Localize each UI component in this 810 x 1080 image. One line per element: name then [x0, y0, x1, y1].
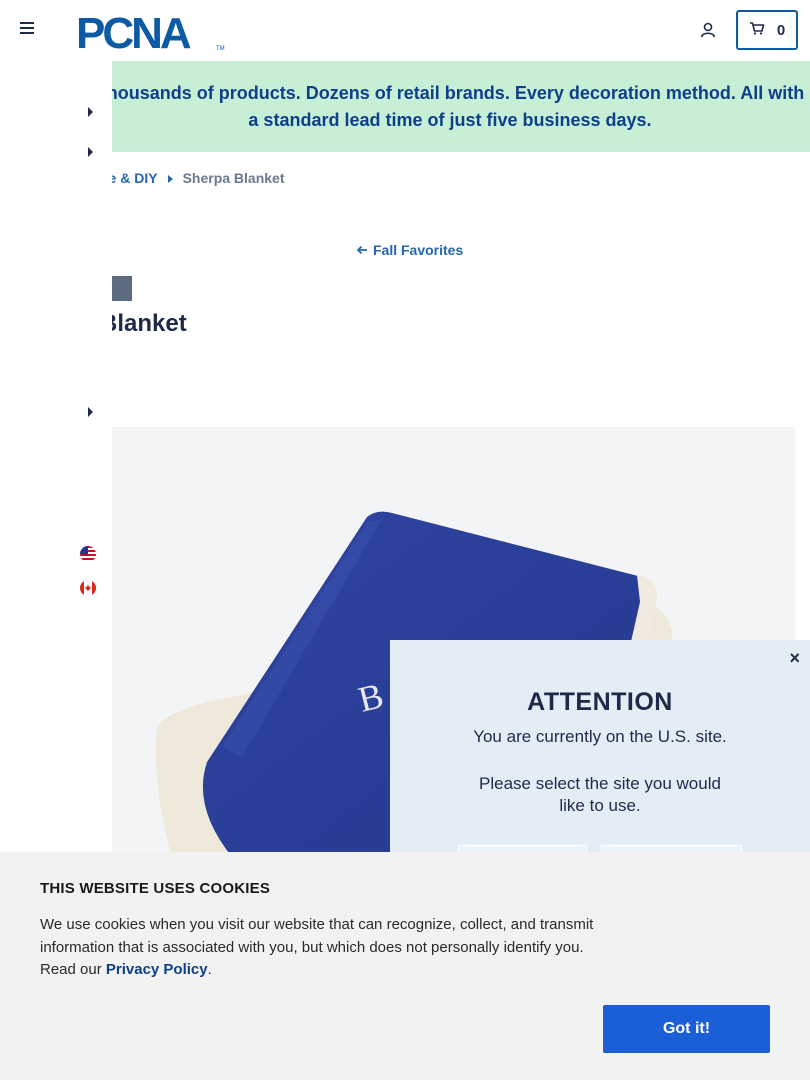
- us-flag-icon[interactable]: [80, 546, 96, 562]
- user-account-icon[interactable]: [699, 21, 717, 39]
- side-menu-expand-icon[interactable]: [88, 147, 93, 157]
- close-icon[interactable]: ×: [789, 648, 800, 669]
- product-title: Blanket: [100, 310, 187, 337]
- back-to-collection-link[interactable]: Fall Favorites: [356, 242, 463, 258]
- cart-icon: [749, 21, 765, 40]
- arrow-left-icon: [356, 242, 368, 258]
- canada-flag-icon[interactable]: [80, 580, 96, 596]
- cookie-title: THIS WEBSITE USES COOKIES: [40, 880, 271, 897]
- site-selector-modal: × ATTENTION You are currently on the U.S…: [390, 640, 810, 885]
- breadcrumb-current: Sherpa Blanket: [182, 170, 285, 186]
- pcna-logo[interactable]: PCNA TM: [76, 9, 226, 58]
- cookie-banner: THIS WEBSITE USES COOKIES We use cookies…: [0, 852, 810, 1080]
- side-menu-expand-icon[interactable]: [88, 407, 93, 417]
- svg-text:TM: TM: [216, 46, 225, 52]
- cookie-message-end: .: [207, 961, 212, 978]
- accept-cookies-button[interactable]: Got it!: [603, 1005, 770, 1053]
- cart-count: 0: [776, 21, 786, 39]
- breadcrumb-separator-icon: [167, 174, 173, 183]
- menu-icon[interactable]: [20, 22, 36, 38]
- attention-title: ATTENTION: [527, 688, 673, 716]
- breadcrumb: ne & DIY Sherpa Blanket: [100, 170, 285, 186]
- site-header: PCNA TM 0: [0, 0, 810, 60]
- back-link-label: Fall Favorites: [373, 242, 464, 258]
- svg-text:PCNA: PCNA: [76, 10, 191, 52]
- attention-instructions: Please select the site you would like to…: [479, 774, 721, 815]
- side-menu-panel: [0, 60, 112, 870]
- attention-current-site: You are currently on the U.S. site.: [473, 727, 727, 746]
- promo-text: Thousands of products. Dozens of retail …: [95, 82, 805, 130]
- cart-button[interactable]: 0: [736, 10, 798, 50]
- side-menu-expand-icon[interactable]: [88, 107, 93, 117]
- privacy-policy-link[interactable]: Privacy Policy: [106, 961, 208, 978]
- promo-banner: Thousands of products. Dozens of retail …: [0, 61, 810, 152]
- cookie-message: We use cookies when you visit our websit…: [40, 914, 600, 982]
